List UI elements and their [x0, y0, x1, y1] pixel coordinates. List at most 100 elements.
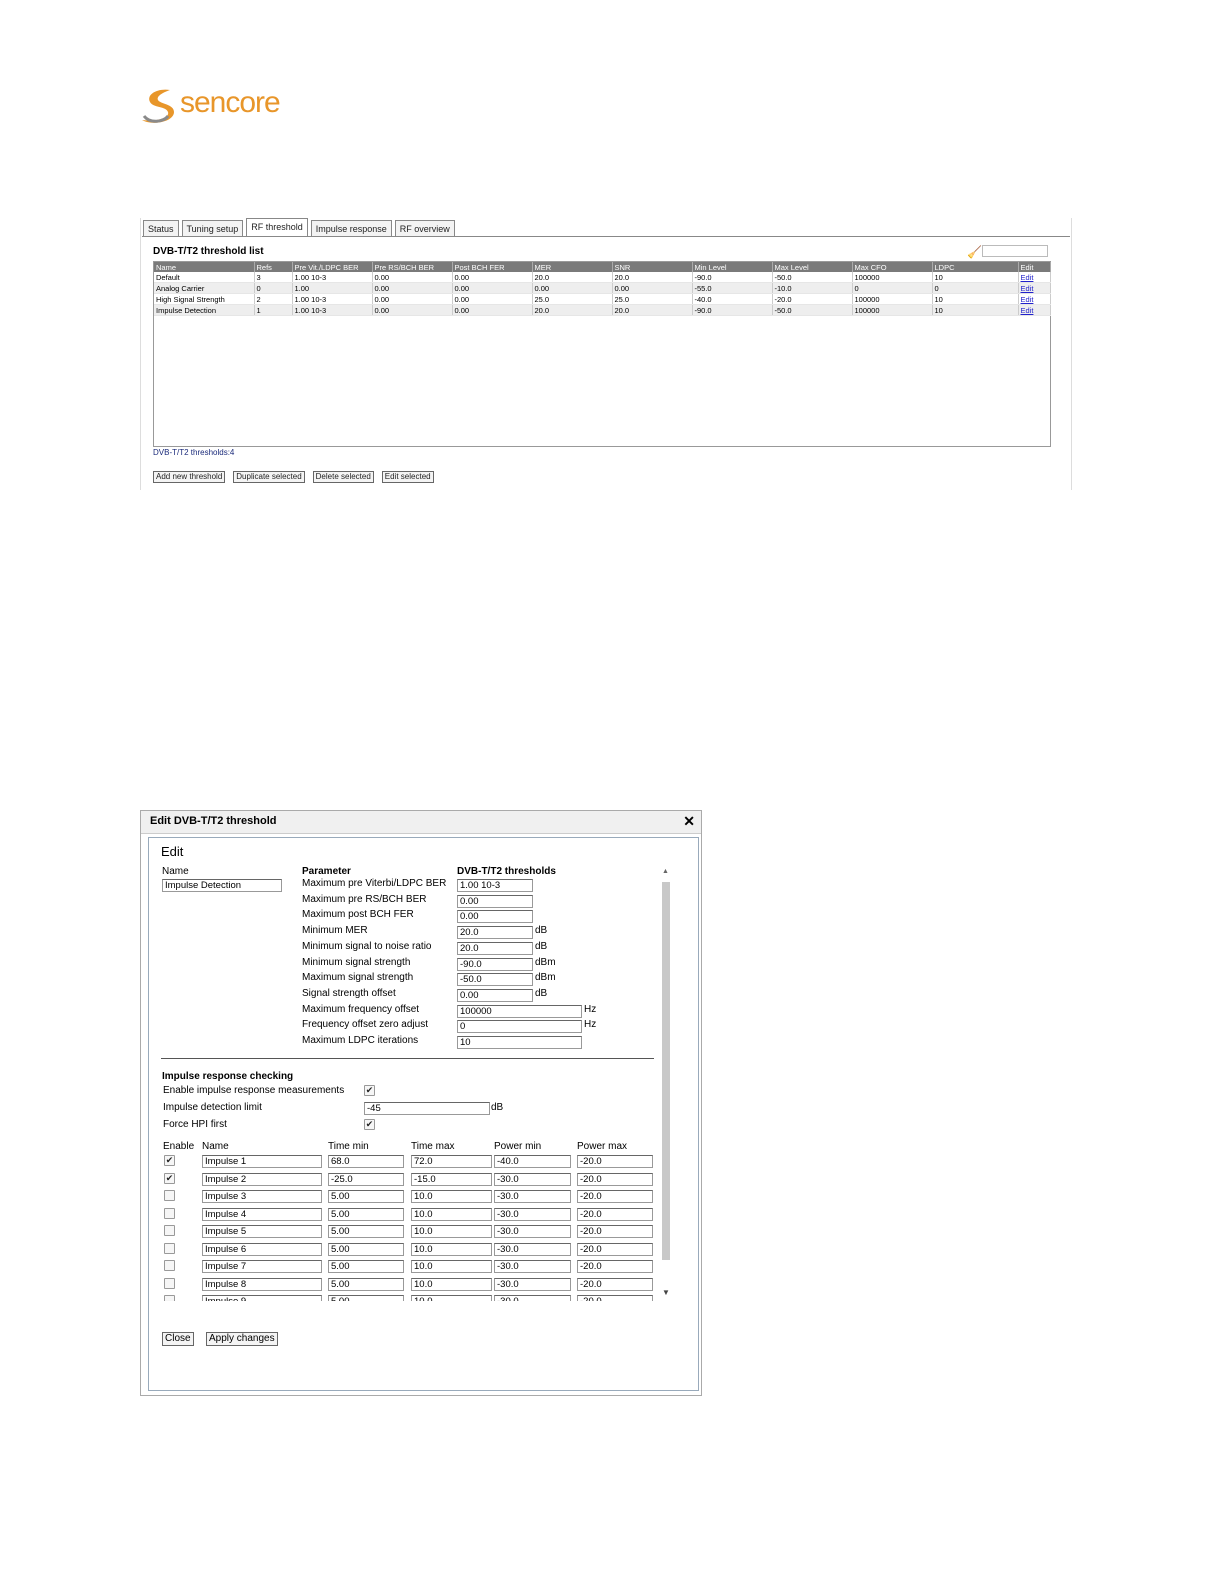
impulse-tmin-input[interactable]: 68.0 [328, 1155, 404, 1168]
impulse-name-input[interactable]: Impulse 4 [202, 1208, 322, 1221]
impulse-pmax-input[interactable]: -20.0 [577, 1278, 653, 1291]
force-hpi-checkbox[interactable]: ✔ [364, 1119, 375, 1130]
impulse-enable-checkbox[interactable] [164, 1225, 175, 1236]
impulse-tmax-input[interactable]: 10.0 [411, 1243, 492, 1256]
grid-column-header[interactable]: Post BCH FER [452, 262, 533, 272]
grid-column-header[interactable]: Name [154, 262, 255, 272]
impulse-pmax-input[interactable]: -20.0 [577, 1155, 653, 1168]
impulse-pmax-input[interactable]: -20.0 [577, 1225, 653, 1238]
grid-column-header[interactable]: Edit [1018, 262, 1051, 272]
impulse-tmax-input[interactable]: 10.0 [411, 1190, 492, 1203]
impulse-tmin-input[interactable]: 5.00 [328, 1208, 404, 1221]
delete-selected-button[interactable]: Delete selected [312, 471, 374, 483]
impulse-name-input[interactable]: Impulse 2 [202, 1173, 322, 1186]
impulse-enable-checkbox[interactable] [164, 1243, 175, 1254]
impulse-tmin-input[interactable]: 5.00 [328, 1278, 404, 1291]
param-input[interactable]: 1.00 10-3 [457, 879, 533, 892]
param-input[interactable]: 20.0 [457, 926, 533, 939]
impulse-pmax-input[interactable]: -20.0 [577, 1295, 653, 1301]
grid-column-header[interactable]: Pre RS/BCH BER [372, 262, 453, 272]
impulse-tmax-input[interactable]: -15.0 [411, 1173, 492, 1186]
impulse-pmin-input[interactable]: -30.0 [494, 1243, 571, 1256]
close-icon[interactable]: ✕ [683, 813, 695, 830]
impulse-tmin-input[interactable]: 5.00 [328, 1190, 404, 1203]
grid-column-header[interactable]: LDPC [932, 262, 1019, 272]
param-input[interactable]: 0.00 [457, 989, 533, 1002]
impulse-tmin-input[interactable]: -25.0 [328, 1173, 404, 1186]
filter-input[interactable] [982, 245, 1048, 257]
impulse-pmin-input[interactable]: -30.0 [494, 1173, 571, 1186]
param-input[interactable]: -90.0 [457, 958, 533, 971]
tab-status[interactable]: Status [143, 220, 179, 237]
param-input[interactable]: 100000 [457, 1005, 582, 1018]
impulse-tmax-input[interactable]: 10.0 [411, 1278, 492, 1291]
param-input[interactable]: 0.00 [457, 895, 533, 908]
add-threshold-button[interactable]: Add new threshold [153, 471, 226, 483]
param-input[interactable]: 0 [457, 1020, 582, 1033]
impulse-tmin-input[interactable]: 5.00 [328, 1260, 404, 1273]
grid-column-header[interactable]: SNR [612, 262, 693, 272]
edit-link[interactable]: Edit [1021, 295, 1034, 304]
impulse-pmin-input[interactable]: -30.0 [494, 1190, 571, 1203]
impulse-pmin-input[interactable]: -30.0 [494, 1295, 571, 1301]
impulse-tmin-input[interactable]: 5.00 [328, 1295, 404, 1301]
tab-rf-overview[interactable]: RF overview [394, 220, 455, 237]
tab-impulse-response[interactable]: Impulse response [310, 220, 392, 237]
close-button[interactable]: Close [162, 1332, 194, 1346]
impulse-pmax-input[interactable]: -20.0 [577, 1173, 653, 1186]
grid-column-header[interactable]: Min Level [692, 262, 773, 272]
impulse-pmin-input[interactable]: -40.0 [494, 1155, 571, 1168]
grid-column-header[interactable]: Max Level [772, 262, 853, 272]
impulse-enable-checkbox[interactable]: ✔ [164, 1155, 175, 1166]
impulse-pmin-input[interactable]: -30.0 [494, 1260, 571, 1273]
impulse-enable-checkbox[interactable] [164, 1260, 175, 1271]
impulse-name-input[interactable]: Impulse 7 [202, 1260, 322, 1273]
impulse-tmax-input[interactable]: 10.0 [411, 1208, 492, 1221]
impulse-name-input[interactable]: Impulse 8 [202, 1278, 322, 1291]
param-input[interactable]: 20.0 [457, 942, 533, 955]
impulse-enable-checkbox[interactable]: ✔ [164, 1173, 175, 1184]
scroll-down-icon[interactable]: ▼ [662, 1288, 670, 1297]
param-input[interactable]: 0.00 [457, 910, 533, 923]
impulse-enable-checkbox[interactable] [164, 1208, 175, 1219]
scroll-up-icon[interactable]: ▲ [662, 868, 669, 875]
impulse-name-input[interactable]: Impulse 5 [202, 1225, 322, 1238]
impulse-enable-checkbox[interactable] [164, 1190, 175, 1201]
scrollbar-thumb[interactable] [662, 882, 670, 1260]
edit-link[interactable]: Edit [1021, 306, 1034, 315]
param-input[interactable]: 10 [457, 1036, 582, 1049]
table-row[interactable]: Analog Carrier 0 1.00 0.00 0.00 0.00 0.00 -55.0… [154, 282, 1051, 294]
tab-tuning-setup[interactable]: Tuning setup [181, 220, 244, 237]
clear-filter-icon[interactable]: 🧹 [967, 245, 982, 259]
impulse-pmin-input[interactable]: -30.0 [494, 1225, 571, 1238]
impulse-pmax-input[interactable]: -20.0 [577, 1208, 653, 1221]
detection-limit-input[interactable]: -45 [364, 1102, 490, 1115]
impulse-tmax-input[interactable]: 10.0 [411, 1295, 492, 1301]
duplicate-selected-button[interactable]: Duplicate selected [233, 471, 305, 483]
grid-column-header[interactable]: Pre Vit./LDPC BER [292, 262, 373, 272]
param-input[interactable]: -50.0 [457, 973, 533, 986]
table-row[interactable]: High Signal Strength 2 1.00 10-3 0.00 0.00 25… [154, 293, 1051, 305]
impulse-pmin-input[interactable]: -30.0 [494, 1208, 571, 1221]
impulse-pmin-input[interactable]: -30.0 [494, 1278, 571, 1291]
table-row[interactable]: Impulse Detection 1 1.00 10-3 0.00 0.00 20.0 2… [154, 304, 1051, 316]
impulse-tmax-input[interactable]: 10.0 [411, 1260, 492, 1273]
enable-impulse-checkbox[interactable]: ✔ [364, 1085, 375, 1096]
impulse-name-input[interactable]: Impulse 1 [202, 1155, 322, 1168]
grid-column-header[interactable]: Refs [254, 262, 293, 272]
grid-column-header[interactable]: MER [532, 262, 613, 272]
impulse-tmax-input[interactable]: 72.0 [411, 1155, 492, 1168]
apply-changes-button[interactable]: Apply changes [206, 1332, 278, 1346]
impulse-name-input[interactable]: Impulse 6 [202, 1243, 322, 1256]
impulse-name-input[interactable]: Impulse 9 [202, 1295, 322, 1301]
impulse-pmax-input[interactable]: -20.0 [577, 1260, 653, 1273]
impulse-pmax-input[interactable]: -20.0 [577, 1243, 653, 1256]
impulse-tmin-input[interactable]: 5.00 [328, 1225, 404, 1238]
edit-link[interactable]: Edit [1021, 284, 1034, 293]
impulse-tmax-input[interactable]: 10.0 [411, 1225, 492, 1238]
edit-link[interactable]: Edit [1021, 273, 1034, 282]
impulse-name-input[interactable]: Impulse 3 [202, 1190, 322, 1203]
impulse-tmin-input[interactable]: 5.00 [328, 1243, 404, 1256]
name-input[interactable]: Impulse Detection [162, 879, 282, 892]
table-row[interactable]: Default 3 1.00 10-3 0.00 0.00 20.0 20.0 -90.0 -5… [154, 272, 1051, 283]
